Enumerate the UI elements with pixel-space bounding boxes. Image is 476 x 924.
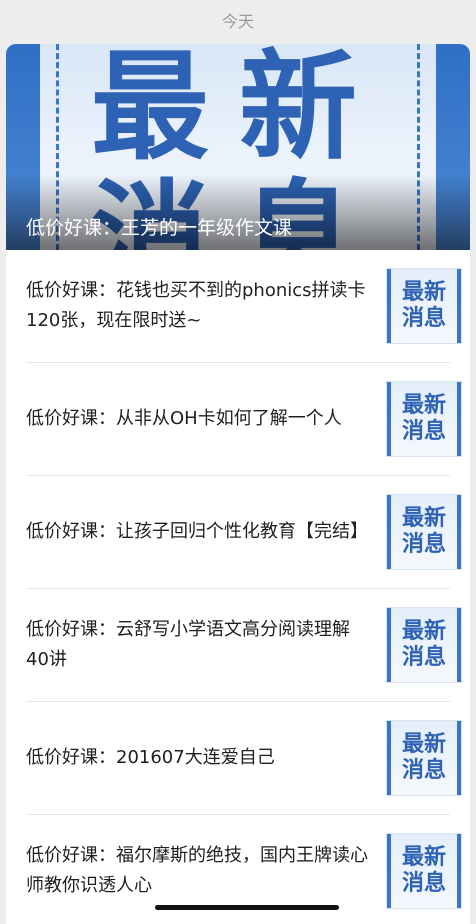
thumb-line1: 最新 xyxy=(401,506,446,531)
home-indicator xyxy=(155,905,339,910)
cover-article[interactable]: 最新 消息 低价好课：王芳的一年级作文课 xyxy=(6,44,470,250)
item-title: 低价好课：201607大连爱自己 xyxy=(26,747,275,768)
thumb-line1: 最新 xyxy=(401,845,446,870)
item-title: 低价好课：从非从OH卡如何了解一个人 xyxy=(26,408,342,429)
item-thumbnail: 最新 消息 xyxy=(386,833,462,909)
thumb-line2: 消息 xyxy=(401,871,446,896)
item-thumbnail: 最新 消息 xyxy=(386,268,462,344)
thumb-line2: 消息 xyxy=(401,419,446,444)
list-item[interactable]: 低价好课：花钱也买不到的phonics拼读卡120张，现在限时送~ 最新 消息 xyxy=(26,250,462,363)
thumb-line2: 消息 xyxy=(401,532,446,557)
thumb-line1: 最新 xyxy=(401,393,446,418)
thumb-line1: 最新 xyxy=(401,732,446,757)
item-title: 低价好课：让孩子回归个性化教育【完结】 xyxy=(26,521,368,542)
article-card: 最新 消息 低价好课：王芳的一年级作文课 低价好课：花钱也买不到的phonics… xyxy=(6,44,470,924)
thumb-line1: 最新 xyxy=(401,280,446,305)
item-title: 低价好课：云舒写小学语文高分阅读理解40讲 xyxy=(26,619,350,670)
item-title: 低价好课：花钱也买不到的phonics拼读卡120张，现在限时送~ xyxy=(26,280,366,331)
item-thumbnail: 最新 消息 xyxy=(386,607,462,683)
date-label: 今天 xyxy=(221,12,254,31)
thumb-line2: 消息 xyxy=(401,758,446,783)
thumb-line2: 消息 xyxy=(401,645,446,670)
cover-title: 低价好课：王芳的一年级作文课 xyxy=(26,217,293,239)
list-item[interactable]: 低价好课：201607大连爱自己 最新 消息 xyxy=(26,702,462,815)
list-item[interactable]: 低价好课：云舒写小学语文高分阅读理解40讲 最新 消息 xyxy=(26,589,462,702)
cover-art-line1: 最新 xyxy=(90,44,387,176)
thumb-line1: 最新 xyxy=(401,619,446,644)
item-thumbnail: 最新 消息 xyxy=(386,494,462,570)
thumb-line2: 消息 xyxy=(401,306,446,331)
list-item[interactable]: 低价好课：从非从OH卡如何了解一个人 最新 消息 xyxy=(26,363,462,476)
item-thumbnail: 最新 消息 xyxy=(386,381,462,457)
list-item[interactable]: 低价好课：让孩子回归个性化教育【完结】 最新 消息 xyxy=(26,476,462,589)
item-thumbnail: 最新 消息 xyxy=(386,720,462,796)
